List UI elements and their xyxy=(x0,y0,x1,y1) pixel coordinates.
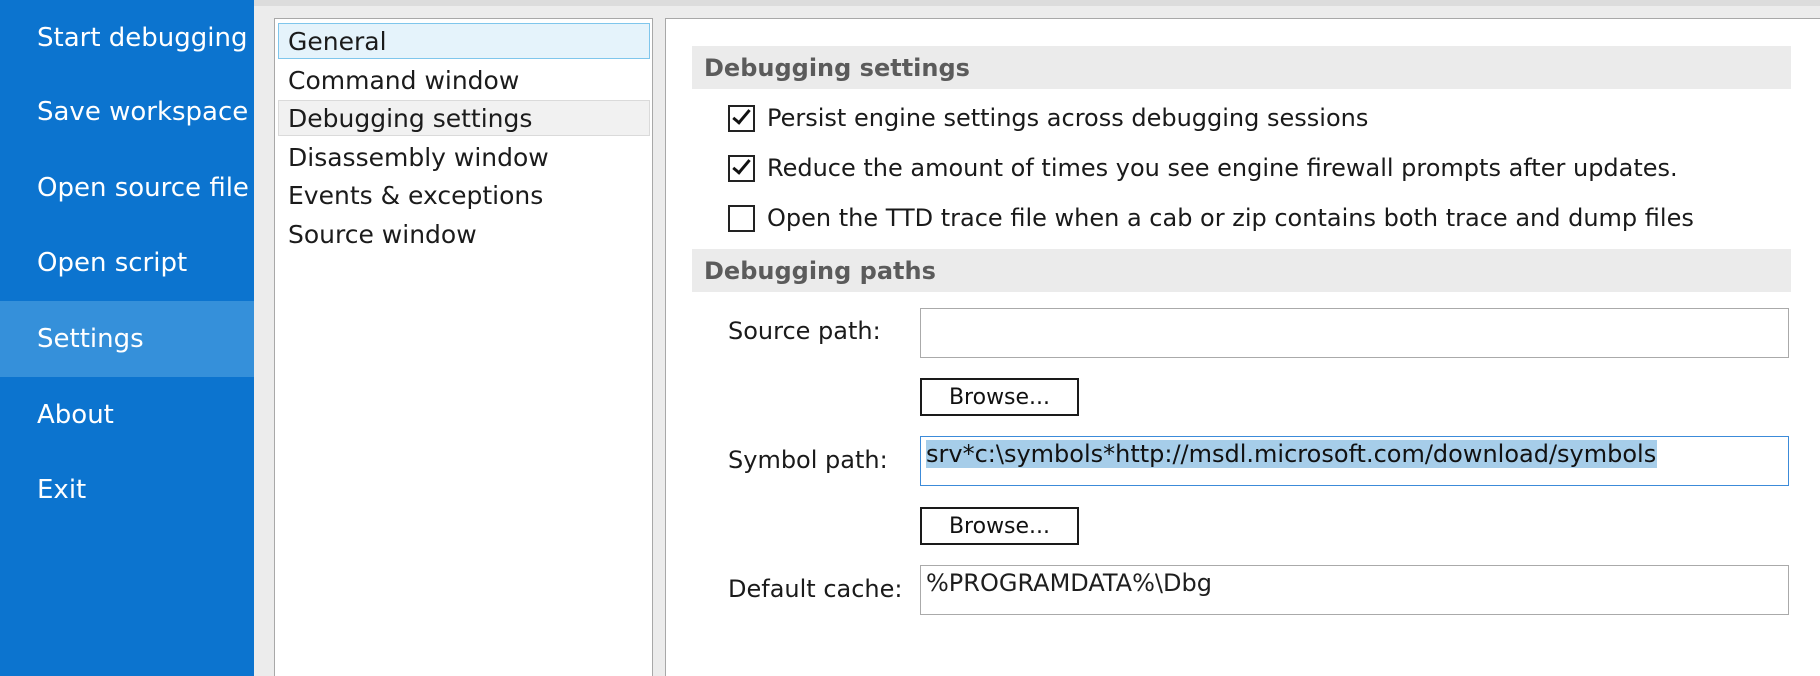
default-cache-label: Default cache: xyxy=(728,575,903,603)
default-cache-input[interactable]: %PROGRAMDATA%\Dbg xyxy=(920,565,1789,615)
nav-label: Open script xyxy=(37,248,188,278)
nav-settings[interactable]: Settings xyxy=(0,301,254,377)
default-cache-value: %PROGRAMDATA%\Dbg xyxy=(926,569,1212,597)
category-events-exceptions[interactable]: Events & exceptions xyxy=(278,177,650,213)
section-debugging-paths: Debugging paths xyxy=(692,249,1791,292)
symbol-path-value: srv*c:\symbols*http://msdl.microsoft.com… xyxy=(926,440,1658,468)
nav-about[interactable]: About xyxy=(0,377,254,453)
checkbox-checked-icon[interactable] xyxy=(728,104,755,132)
category-label: Source window xyxy=(288,219,477,249)
checkbox-checked-icon[interactable] xyxy=(728,154,755,182)
nav-label: Start debugging xyxy=(37,23,248,53)
category-debugging-settings[interactable]: Debugging settings xyxy=(278,100,650,136)
backstage-nav: Start debugging Save workspace Open sour… xyxy=(0,0,254,676)
nav-label: About xyxy=(37,400,114,430)
nav-label: Open source file xyxy=(37,173,249,203)
category-source-window[interactable]: Source window xyxy=(278,216,650,252)
category-label: Disassembly window xyxy=(288,142,549,172)
reduce-firewall-prompts-checkbox[interactable]: Reduce the amount of times you see engin… xyxy=(728,152,1678,184)
source-path-browse-button[interactable]: Browse... xyxy=(920,378,1079,416)
checkbox-unchecked-icon[interactable] xyxy=(728,204,755,232)
source-path-input[interactable] xyxy=(920,308,1789,358)
category-disassembly-window[interactable]: Disassembly window xyxy=(278,139,650,175)
nav-exit[interactable]: Exit xyxy=(0,452,254,528)
nav-label: Exit xyxy=(37,475,87,505)
category-label: General xyxy=(288,26,387,56)
settings-detail-pane: Debugging settings Persist engine settin… xyxy=(665,18,1820,676)
symbol-path-label: Symbol path: xyxy=(728,446,888,474)
checkbox-label: Reduce the amount of times you see engin… xyxy=(767,154,1678,182)
persist-engine-settings-checkbox[interactable]: Persist engine settings across debugging… xyxy=(728,102,1368,134)
category-label: Events & exceptions xyxy=(288,180,544,210)
open-ttd-trace-checkbox[interactable]: Open the TTD trace file when a cab or zi… xyxy=(728,202,1694,234)
top-strip xyxy=(254,0,1820,6)
category-general[interactable]: General xyxy=(278,23,650,59)
category-command-window[interactable]: Command window xyxy=(278,62,650,98)
nav-label: Save workspace xyxy=(37,97,249,127)
nav-open-script[interactable]: Open script xyxy=(0,225,254,301)
category-label: Debugging settings xyxy=(288,103,533,133)
checkbox-label: Open the TTD trace file when a cab or zi… xyxy=(767,204,1694,232)
settings-category-list: General Command window Debugging setting… xyxy=(274,18,653,676)
source-path-label: Source path: xyxy=(728,317,881,345)
symbol-path-browse-button[interactable]: Browse... xyxy=(920,507,1079,545)
nav-open-source-file[interactable]: Open source file xyxy=(0,150,254,226)
nav-label: Settings xyxy=(37,324,144,354)
symbol-path-input[interactable]: srv*c:\symbols*http://msdl.microsoft.com… xyxy=(920,436,1789,486)
category-label: Command window xyxy=(288,65,520,95)
nav-save-workspace[interactable]: Save workspace xyxy=(0,74,254,150)
nav-start-debugging[interactable]: Start debugging xyxy=(0,0,254,76)
section-debugging-settings: Debugging settings xyxy=(692,46,1791,89)
checkbox-label: Persist engine settings across debugging… xyxy=(767,104,1369,132)
